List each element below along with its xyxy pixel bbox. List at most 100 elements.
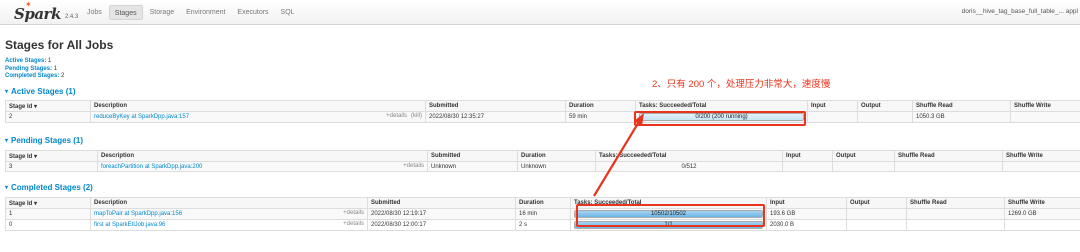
details-link[interactable]: +details xyxy=(343,210,364,216)
highlight-box-completed-tasks xyxy=(576,204,765,227)
stage-id: 2 xyxy=(5,111,91,123)
tab-sql[interactable]: SQL xyxy=(276,5,300,20)
spark-star-icon: ✶ xyxy=(25,0,32,9)
table-row: 0 first at SparkEtlJob.java:96 +details … xyxy=(5,219,1080,231)
stage-description-cell: foreachPartition at SparkDpp.java:200 +d… xyxy=(97,161,428,172)
col-tasks[interactable]: Tasks: Succeeded/Total xyxy=(595,150,783,162)
table-row: 1 mapToPair at SparkDpp.java:156 +detail… xyxy=(5,208,1080,220)
output xyxy=(846,208,907,220)
col-submitted[interactable]: Submitted xyxy=(427,150,518,162)
output xyxy=(857,111,913,123)
tab-storage[interactable]: Storage xyxy=(145,5,180,20)
col-input[interactable]: Input xyxy=(782,150,833,162)
shuffle-read xyxy=(894,161,1003,172)
submitted-time: 2022/08/30 12:00:17 xyxy=(367,219,516,231)
duration: 16 min xyxy=(515,208,571,220)
col-duration[interactable]: Duration xyxy=(517,150,596,162)
submitted-time: 2022/08/30 12:19:17 xyxy=(367,208,516,220)
completed-stages-table: Stage Id ▾ Description Submitted Duratio… xyxy=(5,197,1080,231)
tab-jobs[interactable]: Jobs xyxy=(82,5,107,20)
active-stages-header[interactable]: ▾ Active Stages (1) xyxy=(5,87,75,96)
active-stages-title: Active Stages (1) xyxy=(11,87,76,96)
col-input[interactable]: Input xyxy=(807,100,858,112)
app-name: doris__hive_tag_base_full_table_... appl xyxy=(961,8,1078,15)
input xyxy=(782,161,833,172)
output xyxy=(846,219,907,231)
stage-description-link[interactable]: mapToPair at SparkDpp.java:156 xyxy=(94,211,182,217)
spark-logo-wordmark: Spark xyxy=(14,5,61,23)
annotation-note: 2、只有 200 个，处理压力非常大，速度慢 xyxy=(652,79,831,90)
pending-stages-title: Pending Stages (1) xyxy=(11,136,84,145)
spark-logo[interactable]: ✶ Spark 2.4.3 xyxy=(14,0,79,24)
col-duration[interactable]: Duration xyxy=(515,197,571,209)
shuffle-write: 1269.0 GB xyxy=(1004,208,1080,220)
table-row: 3 foreachPartition at SparkDpp.java:200 … xyxy=(5,161,1080,172)
input xyxy=(807,111,858,123)
spark-version: 2.4.3 xyxy=(64,14,79,20)
shuffle-read: 1050.3 GB xyxy=(912,111,1011,123)
completed-stages-header[interactable]: ▾ Completed Stages (2) xyxy=(5,183,93,192)
pending-stages-header[interactable]: ▾ Pending Stages (1) xyxy=(5,136,83,145)
col-stage-id[interactable]: Stage Id ▾ xyxy=(5,197,91,209)
shuffle-read xyxy=(906,208,1005,220)
active-stages-link[interactable]: Active Stages: xyxy=(5,58,46,64)
duration: Unknown xyxy=(517,161,596,172)
tab-executors[interactable]: Executors xyxy=(232,5,273,20)
col-shuffle-read[interactable]: Shuffle Read xyxy=(906,197,1005,209)
pending-stages-count: 1 xyxy=(53,65,58,72)
nav-tabs: Jobs Stages Storage Environment Executor… xyxy=(82,5,302,20)
kill-link[interactable]: (kill) xyxy=(411,113,422,119)
shuffle-read xyxy=(906,219,1005,231)
duration: 59 min xyxy=(565,111,636,123)
col-shuffle-read[interactable]: Shuffle Read xyxy=(894,150,1003,162)
col-stage-id[interactable]: Stage Id ▾ xyxy=(5,150,98,162)
pending-stages-table: Stage Id ▾ Description Submitted Duratio… xyxy=(5,150,1080,172)
details-link[interactable]: +details xyxy=(386,113,407,119)
highlight-box-active-tasks xyxy=(634,111,806,126)
stage-id: 3 xyxy=(5,161,98,172)
stage-description-cell: reduceByKey at SparkDpp.java:157 +detail… xyxy=(90,111,426,123)
tab-stages[interactable]: Stages xyxy=(108,5,143,20)
tasks-cell: 0/512 xyxy=(595,161,783,172)
col-stage-id[interactable]: Stage Id ▾ xyxy=(5,100,91,112)
col-description[interactable]: Description xyxy=(90,100,426,112)
input: 2030.0 B xyxy=(766,219,847,231)
col-shuffle-read[interactable]: Shuffle Read xyxy=(912,100,1011,112)
col-duration[interactable]: Duration xyxy=(565,100,636,112)
col-input[interactable]: Input xyxy=(766,197,847,209)
completed-stages-link[interactable]: Completed Stages: xyxy=(5,73,59,79)
col-description[interactable]: Description xyxy=(97,150,428,162)
tasks-progress-text: 0/512 xyxy=(681,163,697,170)
caret-down-icon: ▾ xyxy=(5,138,9,144)
stage-description-link[interactable]: foreachPartition at SparkDpp.java:200 xyxy=(101,164,202,170)
input: 193.6 GB xyxy=(766,208,847,220)
stage-description-link[interactable]: first at SparkEtlJob.java:96 xyxy=(94,222,165,228)
col-output[interactable]: Output xyxy=(857,100,913,112)
col-output[interactable]: Output xyxy=(832,150,895,162)
caret-down-icon: ▾ xyxy=(5,185,9,191)
col-description[interactable]: Description xyxy=(90,197,368,209)
pending-stages-link[interactable]: Pending Stages: xyxy=(5,66,52,72)
col-output[interactable]: Output xyxy=(846,197,907,209)
tab-environment[interactable]: Environment xyxy=(181,5,230,20)
stage-description-link[interactable]: reduceByKey at SparkDpp.java:157 xyxy=(94,114,189,120)
col-shuffle-write[interactable]: Shuffle Write xyxy=(1002,150,1080,162)
details-link[interactable]: +details xyxy=(403,163,424,169)
col-submitted[interactable]: Submitted xyxy=(425,100,566,112)
caret-down-icon: ▾ xyxy=(5,89,9,95)
col-submitted[interactable]: Submitted xyxy=(367,197,516,209)
stage-id: 0 xyxy=(5,219,91,231)
page-title: Stages for All Jobs xyxy=(5,38,114,52)
stage-summary: Active Stages: 1 Pending Stages: 1 Compl… xyxy=(5,58,64,81)
output xyxy=(832,161,895,172)
completed-stages-title: Completed Stages (2) xyxy=(11,183,93,192)
table-header-row: Stage Id ▾ Description Submitted Duratio… xyxy=(5,197,1080,209)
shuffle-write xyxy=(1002,161,1080,172)
details-link[interactable]: +details xyxy=(343,221,364,227)
table-row: 2 reduceByKey at SparkDpp.java:157 +deta… xyxy=(5,111,1080,123)
stage-description-cell: first at SparkEtlJob.java:96 +details xyxy=(90,219,368,231)
col-shuffle-write[interactable]: Shuffle Write xyxy=(1004,197,1080,209)
col-shuffle-write[interactable]: Shuffle Write xyxy=(1010,100,1080,112)
table-header-row: Stage Id ▾ Description Submitted Duratio… xyxy=(5,100,1080,112)
col-tasks[interactable]: Tasks: Succeeded/Total xyxy=(635,100,808,112)
